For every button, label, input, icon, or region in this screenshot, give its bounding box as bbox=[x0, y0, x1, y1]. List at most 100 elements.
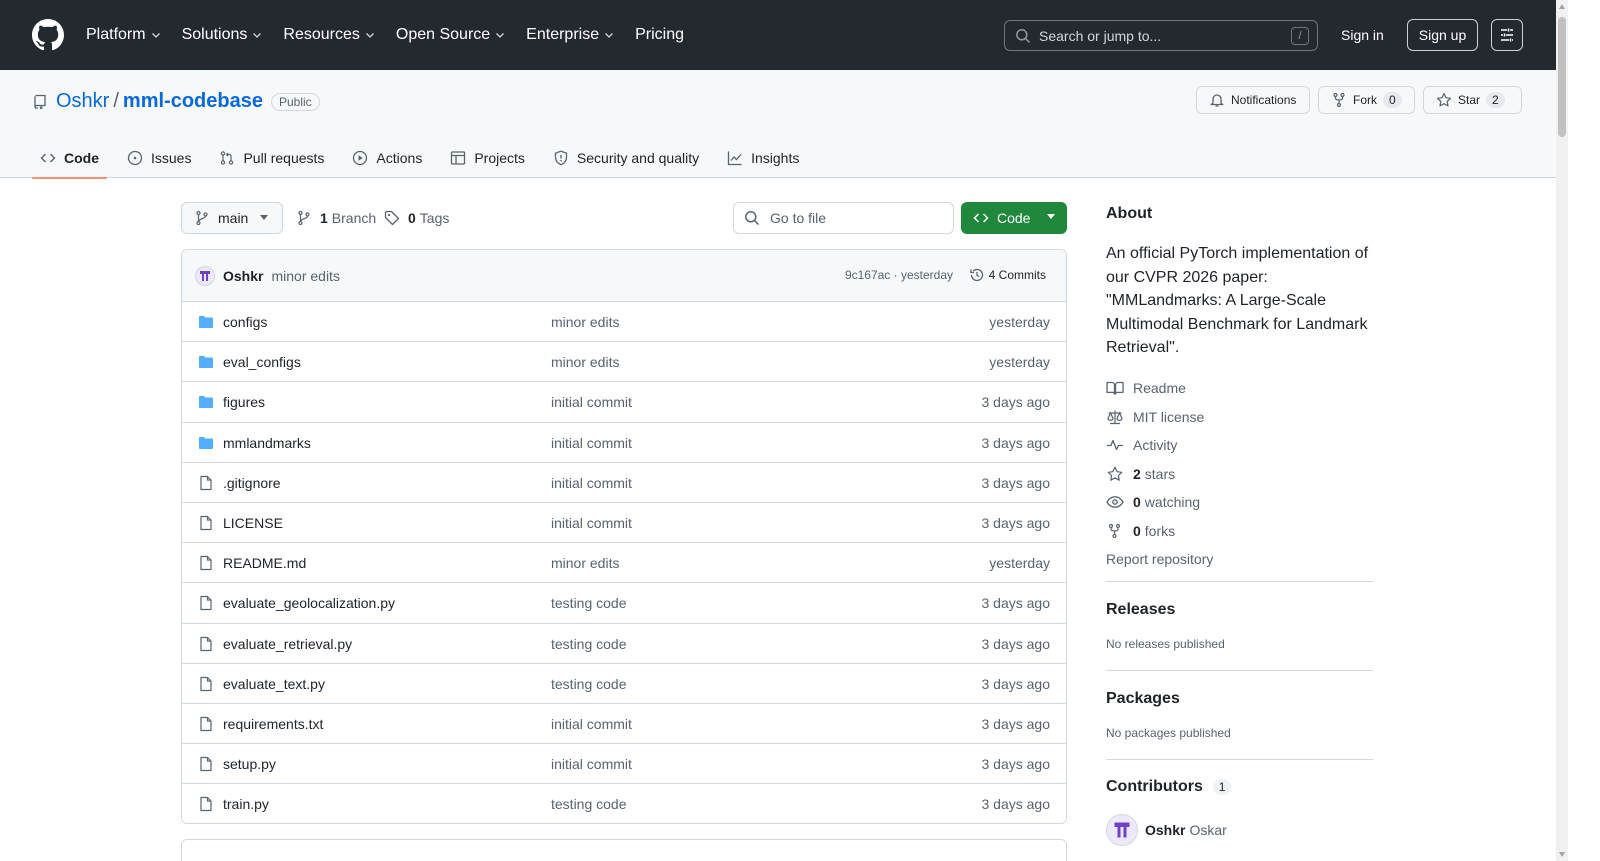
file-icon bbox=[198, 475, 214, 491]
file-name-link[interactable]: evaluate_retrieval.py bbox=[223, 636, 352, 652]
file-name-link[interactable]: evaluate_geolocalization.py bbox=[223, 595, 395, 611]
file-commit-date: 3 days ago bbox=[981, 635, 1051, 652]
file-row[interactable]: mmlandmarks initial commit 3 days ago bbox=[182, 423, 1066, 463]
file-name-link[interactable]: requirements.txt bbox=[223, 716, 323, 732]
file-row[interactable]: requirements.txt initial commit 3 days a… bbox=[182, 704, 1066, 745]
file-name-link[interactable]: README.md bbox=[223, 555, 306, 571]
file-row[interactable]: LICENSE initial commit 3 days ago bbox=[182, 503, 1066, 544]
file-name-link[interactable]: figures bbox=[223, 394, 265, 410]
tags-link[interactable]: 0 Tags bbox=[384, 202, 449, 234]
file-name-link[interactable]: .gitignore bbox=[223, 475, 281, 491]
sign-in-link[interactable]: Sign in bbox=[1341, 27, 1384, 43]
notifications-button[interactable]: Notifications bbox=[1196, 86, 1310, 114]
avatar[interactable] bbox=[195, 265, 215, 286]
file-row[interactable]: train.py testing code 3 days ago bbox=[182, 784, 1066, 823]
releases-section: Releases No releases published bbox=[1106, 601, 1225, 651]
repo-owner-link[interactable]: Oshkr bbox=[56, 90, 109, 113]
file-commit-message-link[interactable]: minor edits bbox=[551, 314, 619, 330]
nav-pricing[interactable]: Pricing bbox=[635, 26, 684, 44]
fork-button[interactable]: Fork 0 bbox=[1318, 86, 1415, 114]
nav-platform[interactable]: Platform bbox=[86, 26, 162, 44]
repo-name-link[interactable]: mml-codebase bbox=[123, 90, 263, 113]
file-commit-message-link[interactable]: testing code bbox=[551, 636, 627, 652]
sliders-menu-button[interactable] bbox=[1491, 19, 1523, 51]
scroll-up-arrow-icon[interactable] bbox=[1559, 4, 1565, 9]
file-commit-message-link[interactable]: initial commit bbox=[551, 515, 632, 531]
branches-link[interactable]: 1 Branch bbox=[296, 202, 376, 234]
global-search-input[interactable]: Search or jump to... / bbox=[1004, 20, 1318, 51]
file-commit-message-link[interactable]: initial commit bbox=[551, 394, 632, 410]
tab-insights[interactable]: Insights bbox=[719, 138, 807, 178]
scroll-down-arrow-icon[interactable] bbox=[1559, 852, 1565, 857]
readme-link[interactable]: Readme bbox=[1106, 374, 1213, 403]
file-commit-message-link[interactable]: testing code bbox=[551, 676, 627, 692]
file-commit-message-link[interactable]: initial commit bbox=[551, 435, 632, 451]
commit-author-link[interactable]: Oshkr bbox=[223, 268, 263, 284]
tab-security[interactable]: Security and quality bbox=[545, 138, 707, 178]
contributor-item[interactable]: Oshkr Oskar bbox=[1106, 814, 1227, 846]
file-name-link[interactable]: LICENSE bbox=[223, 515, 283, 531]
sign-up-button[interactable]: Sign up bbox=[1407, 19, 1478, 51]
file-commit-message-link[interactable]: minor edits bbox=[551, 555, 619, 571]
tab-projects[interactable]: Projects bbox=[442, 138, 533, 178]
tab-actions[interactable]: Actions bbox=[344, 138, 430, 178]
latest-commit-bar: Oshkr minor edits 9c167ac · yesterday 4 … bbox=[182, 250, 1066, 302]
contributor-login[interactable]: Oshkr bbox=[1145, 822, 1185, 838]
readme-box-edge bbox=[181, 839, 1067, 861]
branch-selector-button[interactable]: main bbox=[181, 202, 283, 234]
file-name-link[interactable]: setup.py bbox=[223, 756, 276, 772]
nav-solutions[interactable]: Solutions bbox=[182, 26, 264, 44]
commit-sha-link[interactable]: 9c167ac · yesterday bbox=[845, 268, 953, 282]
activity-link[interactable]: Activity bbox=[1106, 431, 1213, 460]
scrollbar-thumb[interactable] bbox=[1558, 17, 1566, 137]
nav-enterprise[interactable]: Enterprise bbox=[526, 26, 615, 44]
tab-code[interactable]: Code bbox=[32, 138, 107, 179]
file-commit-message-link[interactable]: minor edits bbox=[551, 354, 619, 370]
file-commit-message-link[interactable]: testing code bbox=[551, 595, 627, 611]
page-scrollbar[interactable] bbox=[1556, 0, 1568, 861]
search-icon bbox=[1015, 28, 1031, 44]
stars-link[interactable]: 2 stars bbox=[1106, 460, 1213, 489]
file-name-link[interactable]: configs bbox=[223, 314, 267, 330]
file-row[interactable]: evaluate_text.py testing code 3 days ago bbox=[182, 664, 1066, 704]
star-button[interactable]: Star 2 bbox=[1423, 86, 1522, 114]
watchers-link[interactable]: 0 watching bbox=[1106, 488, 1213, 517]
go-to-file-input[interactable]: Go to file bbox=[733, 202, 954, 234]
file-commit-message-link[interactable]: initial commit bbox=[551, 475, 632, 491]
file-row[interactable]: evaluate_retrieval.py testing code 3 day… bbox=[182, 624, 1066, 664]
file-row[interactable]: evaluate_geolocalization.py testing code… bbox=[182, 583, 1066, 624]
file-icon bbox=[198, 716, 214, 732]
file-name-link[interactable]: mmlandmarks bbox=[223, 435, 311, 451]
commit-message-link[interactable]: minor edits bbox=[271, 268, 339, 284]
file-row[interactable]: README.md minor edits yesterday bbox=[182, 543, 1066, 584]
file-commit-message-link[interactable]: initial commit bbox=[551, 756, 632, 772]
triangle-down-icon bbox=[1047, 214, 1055, 220]
nav-resources[interactable]: Resources bbox=[283, 26, 375, 44]
nav-open-source[interactable]: Open Source bbox=[396, 26, 506, 44]
file-commit-message-link[interactable]: initial commit bbox=[551, 716, 632, 732]
tab-issues[interactable]: Issues bbox=[119, 138, 199, 178]
forks-link[interactable]: 0 forks bbox=[1106, 517, 1213, 546]
file-row[interactable]: eval_configs minor edits yesterday bbox=[182, 342, 1066, 383]
commits-history-link[interactable]: 4 Commits bbox=[969, 267, 1046, 283]
releases-heading[interactable]: Releases bbox=[1106, 601, 1225, 619]
contributors-heading[interactable]: Contributors bbox=[1106, 778, 1203, 795]
file-name-link[interactable]: train.py bbox=[223, 796, 269, 812]
tab-pull-requests[interactable]: Pull requests bbox=[211, 138, 332, 178]
star-icon bbox=[1436, 92, 1452, 108]
visibility-badge: Public bbox=[270, 92, 320, 111]
code-dropdown-button[interactable]: Code bbox=[961, 202, 1067, 234]
github-logo-icon[interactable] bbox=[32, 19, 64, 51]
file-row[interactable]: setup.py initial commit 3 days ago bbox=[182, 744, 1066, 785]
file-row[interactable]: .gitignore initial commit 3 days ago bbox=[182, 463, 1066, 503]
avatar[interactable] bbox=[1106, 814, 1138, 846]
license-link[interactable]: MIT license bbox=[1106, 403, 1213, 432]
file-commit-message-link[interactable]: testing code bbox=[551, 796, 627, 812]
file-name-link[interactable]: evaluate_text.py bbox=[223, 676, 325, 692]
file-row[interactable]: figures initial commit 3 days ago bbox=[182, 382, 1066, 423]
file-name-link[interactable]: eval_configs bbox=[223, 354, 301, 370]
packages-heading[interactable]: Packages bbox=[1106, 690, 1231, 708]
file-row[interactable]: configs minor edits yesterday bbox=[182, 302, 1066, 343]
report-repository-link[interactable]: Report repository bbox=[1106, 545, 1213, 574]
file-commit-date: yesterday bbox=[989, 354, 1050, 371]
